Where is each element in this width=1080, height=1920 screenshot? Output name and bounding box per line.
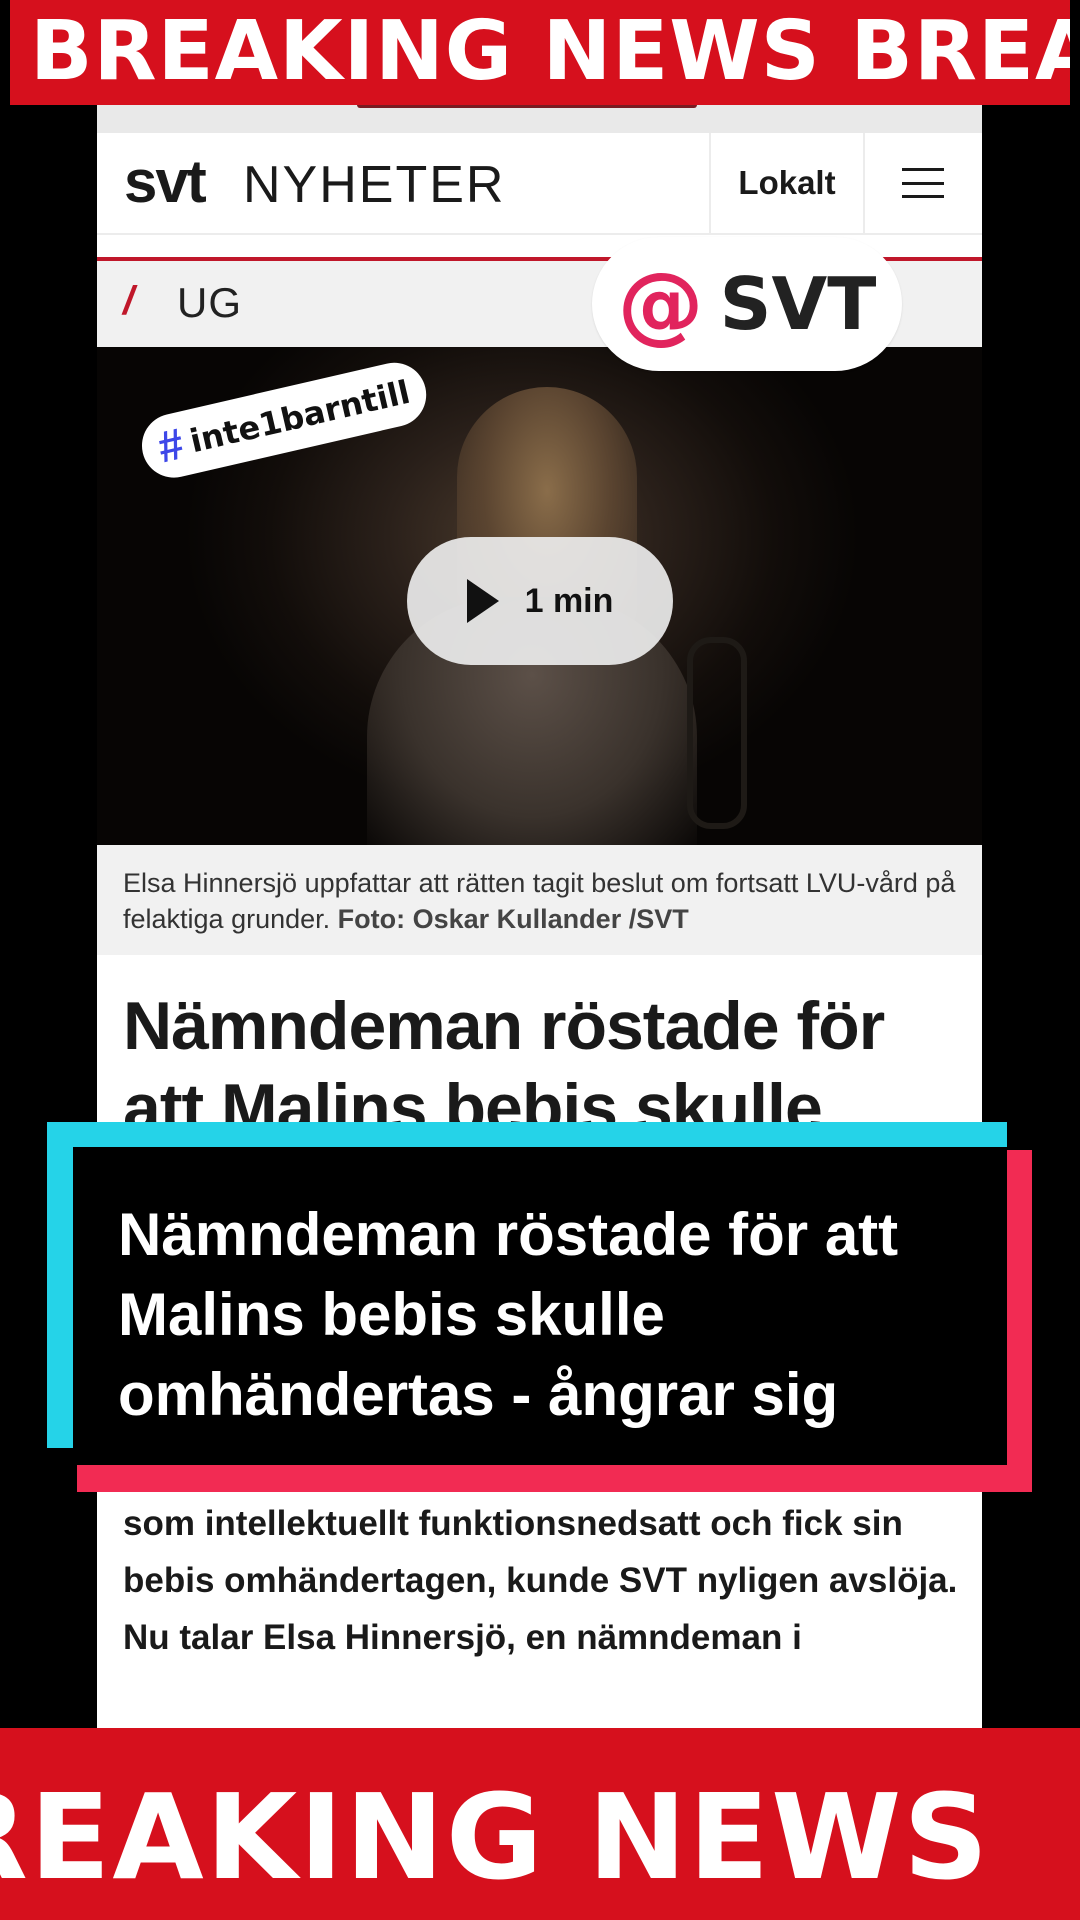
hamburger-icon bbox=[901, 168, 944, 198]
section-link-ug[interactable]: UG bbox=[177, 279, 242, 327]
banner-bottom-text: BREAKING NEWS bbox=[0, 1768, 991, 1906]
tab-indicator bbox=[357, 105, 697, 108]
title-card-text: Nämndeman röstade för att Malins bebis s… bbox=[118, 1201, 899, 1428]
hashtag-icon: # bbox=[153, 419, 189, 473]
title-card: Nämndeman röstade för att Malins bebis s… bbox=[73, 1147, 1007, 1465]
breaking-news-banner-top: BREAKING NEWS BREAKING NEWS bbox=[10, 0, 1070, 105]
play-button[interactable]: 1 min bbox=[407, 537, 673, 665]
caption-credit: Foto: Oskar Kullander /SVT bbox=[337, 904, 689, 934]
site-header: svt NYHETER Lokalt bbox=[97, 133, 982, 235]
play-icon bbox=[466, 579, 499, 623]
breaking-news-banner-bottom: BREAKING NEWS bbox=[0, 1728, 1080, 1920]
svt-logo[interactable]: svt bbox=[124, 147, 207, 216]
section-slash-icon: / bbox=[123, 279, 135, 323]
nyheter-logo-text[interactable]: NYHETER bbox=[243, 155, 505, 215]
video-chair bbox=[687, 637, 747, 829]
image-caption: Elsa Hinnersjö uppfattar att rätten tagi… bbox=[97, 845, 982, 955]
at-icon: @ bbox=[617, 254, 704, 354]
video-duration: 1 min bbox=[524, 581, 614, 620]
hamburger-menu-button[interactable] bbox=[863, 133, 982, 233]
lokalt-button[interactable]: Lokalt bbox=[709, 133, 865, 233]
article-lead: som intellektuellt funktionsnedsatt och … bbox=[123, 1504, 958, 1657]
caption-text: Elsa Hinnersjö uppfattar att rätten tagi… bbox=[123, 865, 963, 937]
banner-top-text: BREAKING NEWS BREAKING NEWS bbox=[30, 4, 1070, 99]
svt-mention-sticker: @ SVT bbox=[592, 237, 902, 371]
browser-top-strip bbox=[97, 105, 982, 133]
svt-mention-label: SVT bbox=[719, 262, 877, 346]
